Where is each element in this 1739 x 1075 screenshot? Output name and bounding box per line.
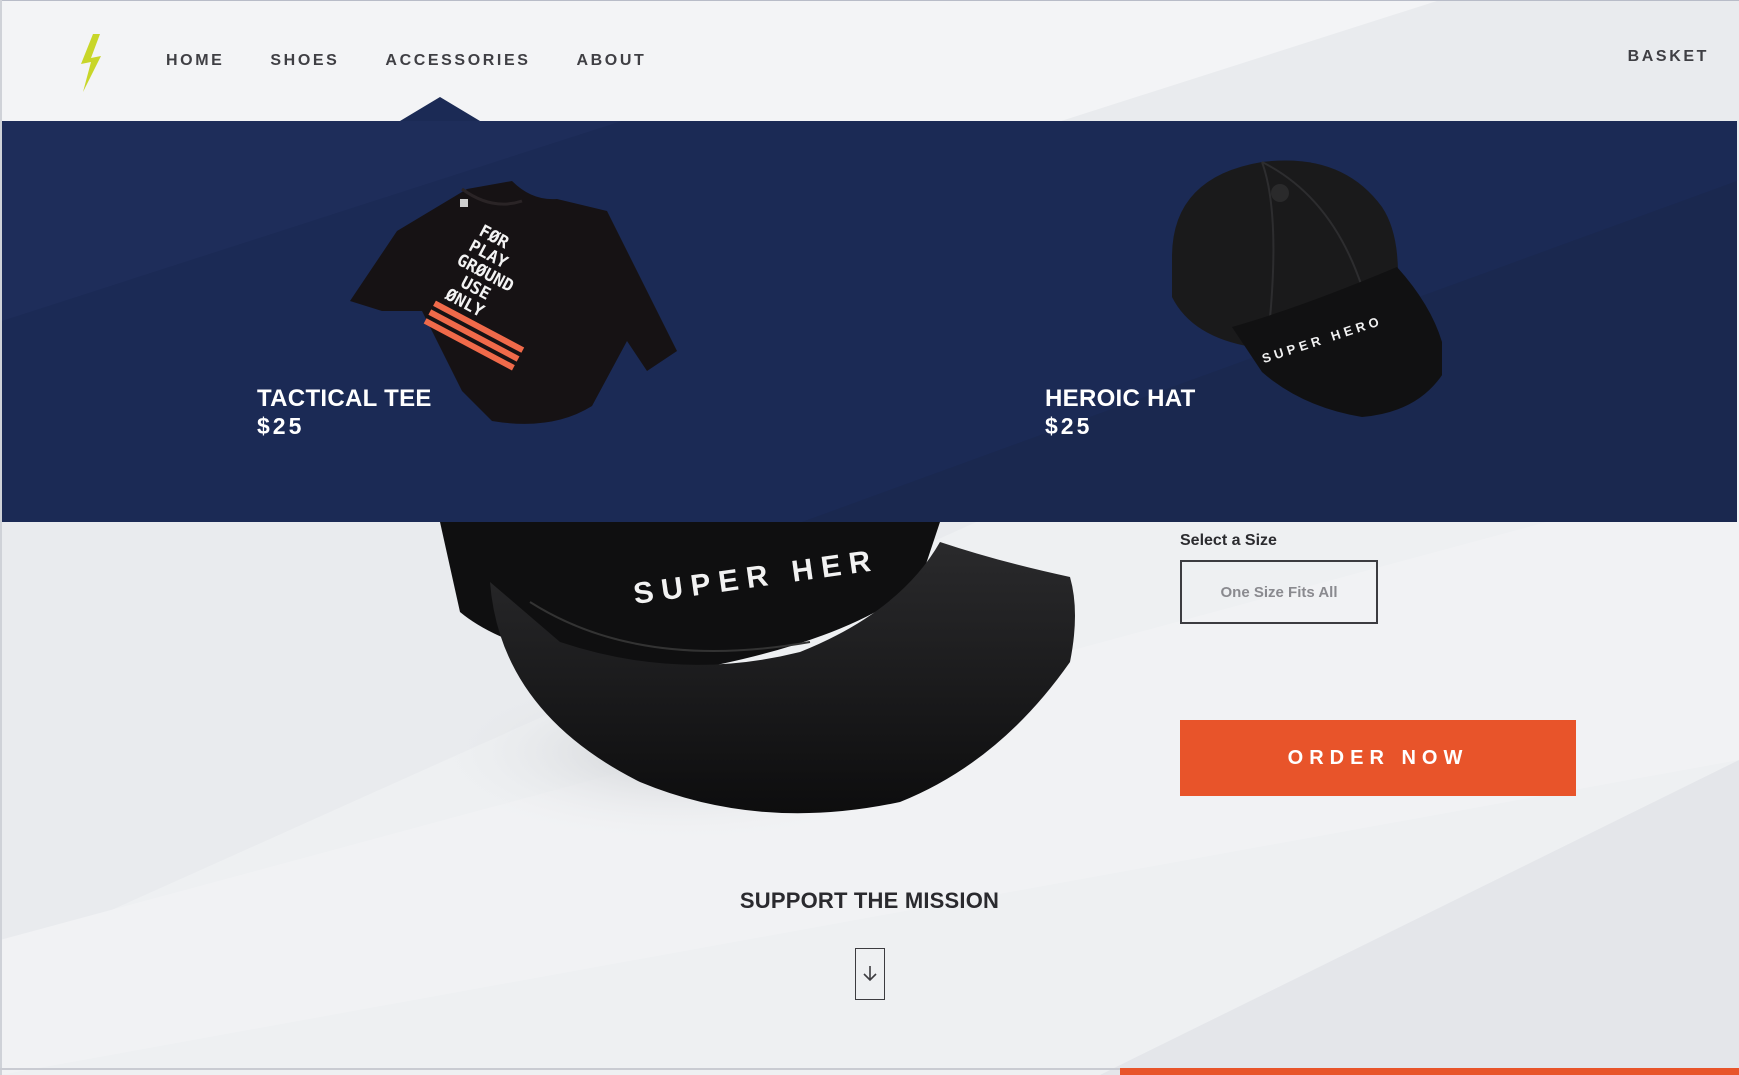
lightning-bolt-icon[interactable]	[78, 34, 104, 92]
accessories-mega-menu: FØR PLAY GRØUND USE ØNLY TACTICAL TEE $2…	[2, 121, 1737, 522]
site-header: HOME SHOES ACCESSORIES ABOUT BASKET	[0, 0, 1739, 121]
order-now-button[interactable]: ORDER NOW	[1180, 720, 1576, 796]
nav-item-home[interactable]: HOME	[166, 52, 224, 70]
product-card-tactical-tee[interactable]: FØR PLAY GRØUND USE ØNLY TACTICAL TEE $2…	[2, 121, 862, 522]
arrow-down-icon	[863, 966, 877, 982]
footer-accent-bar	[1120, 1068, 1739, 1075]
product-title: TACTICAL TEE	[257, 385, 432, 412]
size-label: Select a Size	[1180, 532, 1277, 549]
nav-item-shoes[interactable]: SHOES	[270, 52, 339, 70]
scroll-down-button[interactable]	[855, 948, 885, 1000]
product-price: $25	[257, 413, 305, 439]
product-card-heroic-hat[interactable]: SUPER HERO HEROIC HAT $25	[862, 121, 1737, 522]
menu-caret	[400, 97, 480, 121]
section-title: SUPPORT THE MISSION	[739, 888, 1000, 913]
cap-icon: SUPER HERO	[1172, 160, 1442, 417]
product-title: HEROIC HAT	[1045, 385, 1196, 412]
size-select[interactable]: One Size Fits All	[1180, 560, 1378, 624]
nav-item-about[interactable]: ABOUT	[577, 52, 647, 70]
main-nav: HOME SHOES ACCESSORIES ABOUT	[166, 52, 692, 70]
product-price: $25	[1045, 413, 1093, 439]
hero-product-image: SUPER HER	[380, 522, 1100, 842]
basket-link[interactable]: BASKET	[1628, 48, 1709, 66]
nav-item-accessories[interactable]: ACCESSORIES	[385, 52, 530, 70]
